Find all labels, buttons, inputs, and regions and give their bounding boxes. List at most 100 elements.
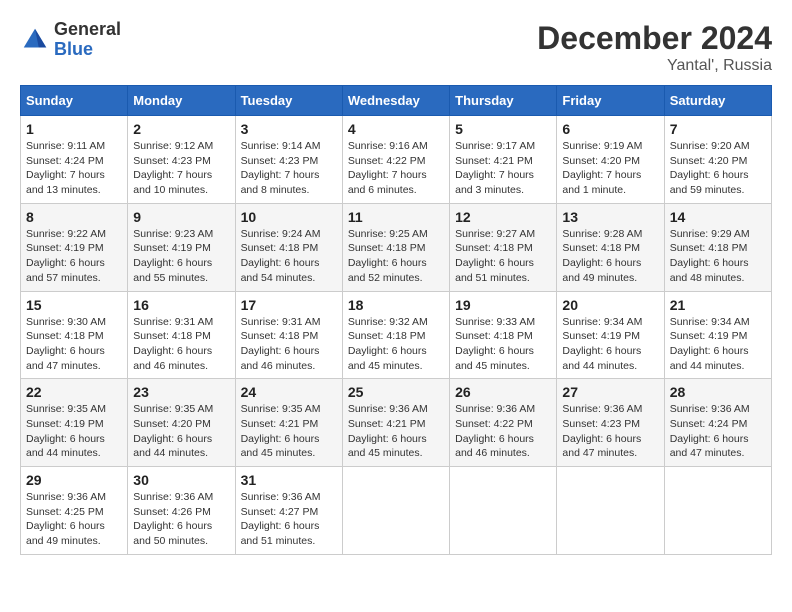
day-number: 5 xyxy=(455,121,551,137)
calendar-cell: 31 Sunrise: 9:36 AMSunset: 4:27 PMDayligh… xyxy=(235,467,342,555)
logo-line1: General xyxy=(54,20,121,40)
calendar-cell xyxy=(664,467,771,555)
day-info: Sunrise: 9:36 AMSunset: 4:27 PMDaylight:… xyxy=(241,490,337,549)
calendar-week-row: 22 Sunrise: 9:35 AMSunset: 4:19 PMDayligh… xyxy=(21,379,772,467)
day-info: Sunrise: 9:36 AMSunset: 4:21 PMDaylight:… xyxy=(348,402,444,461)
logo: General Blue xyxy=(20,20,121,60)
day-number: 23 xyxy=(133,384,229,400)
day-info: Sunrise: 9:16 AMSunset: 4:22 PMDaylight:… xyxy=(348,139,444,198)
day-number: 18 xyxy=(348,297,444,313)
day-number: 4 xyxy=(348,121,444,137)
calendar-cell: 19 Sunrise: 9:33 AMSunset: 4:18 PMDayligh… xyxy=(450,291,557,379)
calendar-week-row: 29Sunrise: 9:36 AMSunset: 4:25 PMDayligh… xyxy=(21,467,772,555)
day-number: 27 xyxy=(562,384,658,400)
title-area: December 2024 Yantal', Russia xyxy=(537,20,772,75)
day-info: Sunrise: 9:29 AMSunset: 4:18 PMDaylight:… xyxy=(670,227,766,286)
calendar-cell: 11 Sunrise: 9:25 AMSunset: 4:18 PMDayligh… xyxy=(342,203,449,291)
calendar-table: SundayMondayTuesdayWednesdayThursdayFrid… xyxy=(20,85,772,555)
day-number: 21 xyxy=(670,297,766,313)
day-info: Sunrise: 9:14 AMSunset: 4:23 PMDaylight:… xyxy=(241,139,337,198)
day-number: 14 xyxy=(670,209,766,225)
day-number: 24 xyxy=(241,384,337,400)
day-number: 19 xyxy=(455,297,551,313)
calendar-week-row: 1Sunrise: 9:11 AMSunset: 4:24 PMDaylight… xyxy=(21,116,772,204)
day-number: 31 xyxy=(241,472,337,488)
day-number: 10 xyxy=(241,209,337,225)
day-info: Sunrise: 9:22 AMSunset: 4:19 PMDaylight:… xyxy=(26,227,122,286)
day-number: 20 xyxy=(562,297,658,313)
day-number: 3 xyxy=(241,121,337,137)
day-info: Sunrise: 9:12 AMSunset: 4:23 PMDaylight:… xyxy=(133,139,229,198)
calendar-cell: 14 Sunrise: 9:29 AMSunset: 4:18 PMDayligh… xyxy=(664,203,771,291)
calendar-cell: 23 Sunrise: 9:35 AMSunset: 4:20 PMDayligh… xyxy=(128,379,235,467)
calendar-week-row: 15Sunrise: 9:30 AMSunset: 4:18 PMDayligh… xyxy=(21,291,772,379)
calendar-cell: 3 Sunrise: 9:14 AMSunset: 4:23 PMDaylight… xyxy=(235,116,342,204)
day-info: Sunrise: 9:35 AMSunset: 4:20 PMDaylight:… xyxy=(133,402,229,461)
calendar-cell: 29Sunrise: 9:36 AMSunset: 4:25 PMDayligh… xyxy=(21,467,128,555)
day-info: Sunrise: 9:24 AMSunset: 4:18 PMDaylight:… xyxy=(241,227,337,286)
day-info: Sunrise: 9:25 AMSunset: 4:18 PMDaylight:… xyxy=(348,227,444,286)
day-info: Sunrise: 9:33 AMSunset: 4:18 PMDaylight:… xyxy=(455,315,551,374)
calendar-cell: 22 Sunrise: 9:35 AMSunset: 4:19 PMDayligh… xyxy=(21,379,128,467)
weekday-header: Thursday xyxy=(450,86,557,116)
day-number: 30 xyxy=(133,472,229,488)
weekday-header: Wednesday xyxy=(342,86,449,116)
calendar-cell: 4 Sunrise: 9:16 AMSunset: 4:22 PMDaylight… xyxy=(342,116,449,204)
month-title: December 2024 xyxy=(537,20,772,57)
day-info: Sunrise: 9:19 AMSunset: 4:20 PMDaylight:… xyxy=(562,139,658,198)
day-number: 22 xyxy=(26,384,122,400)
day-info: Sunrise: 9:36 AMSunset: 4:26 PMDaylight:… xyxy=(133,490,229,549)
logo-line2: Blue xyxy=(54,40,121,60)
day-info: Sunrise: 9:34 AMSunset: 4:19 PMDaylight:… xyxy=(670,315,766,374)
calendar-cell: 12Sunrise: 9:27 AMSunset: 4:18 PMDayligh… xyxy=(450,203,557,291)
day-info: Sunrise: 9:35 AMSunset: 4:19 PMDaylight:… xyxy=(26,402,122,461)
day-info: Sunrise: 9:36 AMSunset: 4:23 PMDaylight:… xyxy=(562,402,658,461)
logo-icon xyxy=(20,25,50,55)
calendar-cell: 5 Sunrise: 9:17 AMSunset: 4:21 PMDaylight… xyxy=(450,116,557,204)
calendar-cell: 28Sunrise: 9:36 AMSunset: 4:24 PMDayligh… xyxy=(664,379,771,467)
day-number: 2 xyxy=(133,121,229,137)
day-info: Sunrise: 9:20 AMSunset: 4:20 PMDaylight:… xyxy=(670,139,766,198)
calendar-cell: 21 Sunrise: 9:34 AMSunset: 4:19 PMDayligh… xyxy=(664,291,771,379)
calendar-cell: 27 Sunrise: 9:36 AMSunset: 4:23 PMDayligh… xyxy=(557,379,664,467)
day-number: 16 xyxy=(133,297,229,313)
day-number: 25 xyxy=(348,384,444,400)
calendar-cell xyxy=(342,467,449,555)
calendar-cell: 13Sunrise: 9:28 AMSunset: 4:18 PMDayligh… xyxy=(557,203,664,291)
location: Yantal', Russia xyxy=(537,57,772,75)
day-info: Sunrise: 9:35 AMSunset: 4:21 PMDaylight:… xyxy=(241,402,337,461)
day-info: Sunrise: 9:32 AMSunset: 4:18 PMDaylight:… xyxy=(348,315,444,374)
calendar-week-row: 8 Sunrise: 9:22 AMSunset: 4:19 PMDaylight… xyxy=(21,203,772,291)
calendar-cell: 30 Sunrise: 9:36 AMSunset: 4:26 PMDayligh… xyxy=(128,467,235,555)
day-number: 6 xyxy=(562,121,658,137)
day-number: 11 xyxy=(348,209,444,225)
weekday-header: Friday xyxy=(557,86,664,116)
weekday-header: Monday xyxy=(128,86,235,116)
day-info: Sunrise: 9:27 AMSunset: 4:18 PMDaylight:… xyxy=(455,227,551,286)
calendar-cell: 20 Sunrise: 9:34 AMSunset: 4:19 PMDayligh… xyxy=(557,291,664,379)
day-number: 8 xyxy=(26,209,122,225)
calendar-cell: 18 Sunrise: 9:32 AMSunset: 4:18 PMDayligh… xyxy=(342,291,449,379)
day-number: 15 xyxy=(26,297,122,313)
day-number: 7 xyxy=(670,121,766,137)
weekday-header: Tuesday xyxy=(235,86,342,116)
calendar-cell: 25 Sunrise: 9:36 AMSunset: 4:21 PMDayligh… xyxy=(342,379,449,467)
calendar-cell: 2 Sunrise: 9:12 AMSunset: 4:23 PMDaylight… xyxy=(128,116,235,204)
weekday-header: Saturday xyxy=(664,86,771,116)
day-info: Sunrise: 9:36 AMSunset: 4:22 PMDaylight:… xyxy=(455,402,551,461)
day-number: 9 xyxy=(133,209,229,225)
day-number: 28 xyxy=(670,384,766,400)
day-info: Sunrise: 9:31 AMSunset: 4:18 PMDaylight:… xyxy=(133,315,229,374)
day-info: Sunrise: 9:17 AMSunset: 4:21 PMDaylight:… xyxy=(455,139,551,198)
day-info: Sunrise: 9:23 AMSunset: 4:19 PMDaylight:… xyxy=(133,227,229,286)
day-info: Sunrise: 9:36 AMSunset: 4:25 PMDaylight:… xyxy=(26,490,122,549)
calendar-cell: 16 Sunrise: 9:31 AMSunset: 4:18 PMDayligh… xyxy=(128,291,235,379)
calendar-cell: 9 Sunrise: 9:23 AMSunset: 4:19 PMDaylight… xyxy=(128,203,235,291)
calendar-cell: 17 Sunrise: 9:31 AMSunset: 4:18 PMDayligh… xyxy=(235,291,342,379)
day-info: Sunrise: 9:34 AMSunset: 4:19 PMDaylight:… xyxy=(562,315,658,374)
day-info: Sunrise: 9:31 AMSunset: 4:18 PMDaylight:… xyxy=(241,315,337,374)
logo-text: General Blue xyxy=(54,20,121,60)
calendar-cell: 15Sunrise: 9:30 AMSunset: 4:18 PMDayligh… xyxy=(21,291,128,379)
day-number: 17 xyxy=(241,297,337,313)
day-number: 13 xyxy=(562,209,658,225)
